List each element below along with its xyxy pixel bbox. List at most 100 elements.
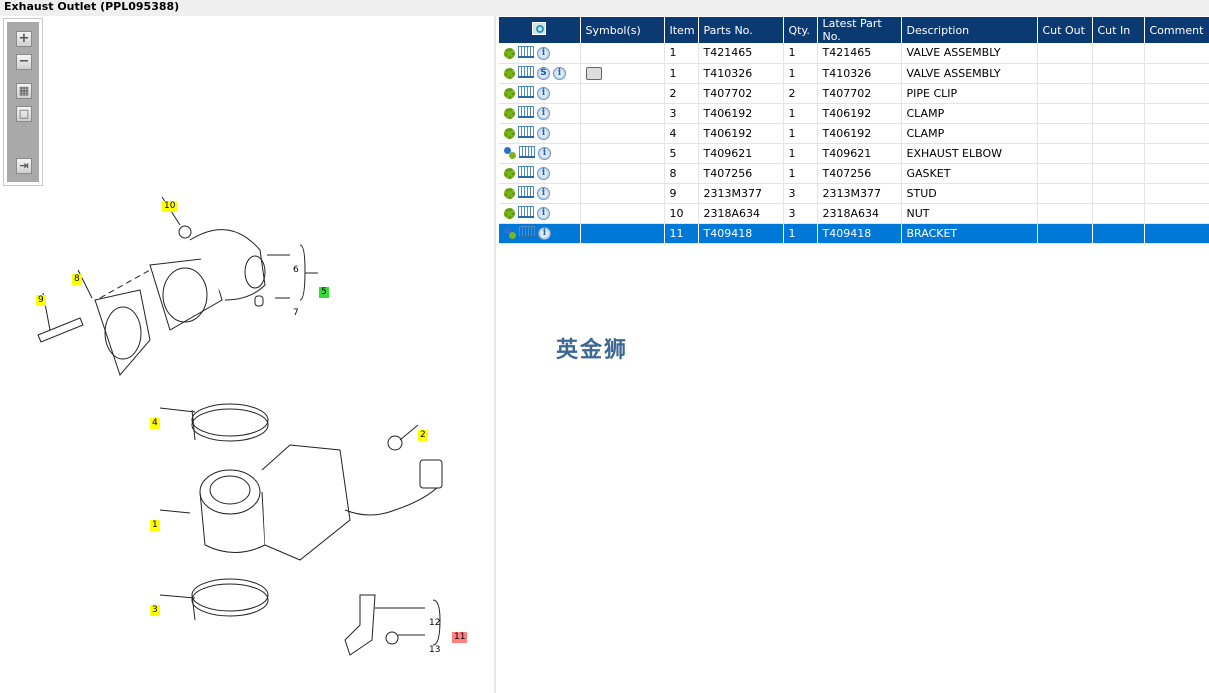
latest-part-cell: T407256 (817, 163, 902, 184)
zoom-in-button[interactable]: + (16, 31, 32, 47)
info-icon[interactable]: i (537, 46, 550, 60)
cart-icon[interactable] (518, 206, 534, 219)
symbol-cell (580, 63, 665, 84)
latest-part-cell: T409418 (817, 223, 902, 244)
diagram-panel[interactable]: 10 8 9 6 7 5 4 2 1 3 12 13 11 + − ▦ □ ⇥ (0, 16, 496, 693)
info-icon[interactable]: i (537, 166, 550, 180)
info-icon[interactable]: i (537, 86, 550, 100)
column-header[interactable]: Cut Out (1037, 17, 1093, 43)
part-number-cell: T410326 (698, 63, 784, 84)
info-icon[interactable]: i (537, 186, 550, 200)
gear-icon[interactable] (504, 67, 515, 79)
callout-2[interactable]: 2 (418, 430, 428, 441)
table-row[interactable]: i 2 T407702 2 T407702 PIPE CLIP (499, 83, 1209, 104)
gear-icon[interactable] (504, 87, 515, 99)
actual-size-button[interactable]: □ (16, 106, 32, 122)
cart-icon[interactable] (518, 106, 534, 119)
qty-cell: 1 (783, 63, 818, 84)
callout-13[interactable]: 13 (427, 645, 442, 656)
column-header-search[interactable] (499, 17, 581, 43)
symbol-cell (580, 123, 665, 144)
latest-part-cell: T409621 (817, 143, 902, 164)
row-actions: i (499, 143, 581, 164)
cut-out-cell (1037, 63, 1093, 84)
table-row[interactable]: i 8 T407256 1 T407256 GASKET (499, 163, 1209, 184)
column-header[interactable]: Item (664, 17, 699, 43)
cart-icon[interactable] (518, 166, 534, 179)
latest-part-cell: T410326 (817, 63, 902, 84)
column-header[interactable]: Qty. (783, 17, 818, 43)
callout-1[interactable]: 1 (150, 520, 160, 531)
cart-icon[interactable] (519, 226, 535, 239)
gear-icon[interactable] (504, 207, 515, 219)
table-row[interactable]: i 9 2313M377 3 2313M377 STUD (499, 183, 1209, 204)
fit-view-button[interactable]: ▦ (16, 83, 32, 99)
watermark: 英金狮 (556, 338, 629, 363)
part-number-cell: T421465 (698, 43, 784, 64)
info-icon[interactable]: i (537, 126, 550, 140)
info-icon[interactable]: i (537, 206, 550, 220)
latest-part-cell: 2318A634 (817, 203, 902, 224)
qty-cell: 1 (783, 43, 818, 64)
search-magnifier-icon[interactable] (532, 22, 547, 35)
row-actions: i (499, 83, 581, 104)
row-actions: i (499, 163, 581, 184)
column-header[interactable]: Cut In (1092, 17, 1145, 43)
export-button[interactable]: ⇥ (16, 158, 32, 174)
gear-icon[interactable] (504, 187, 515, 199)
part-number-cell: 2318A634 (698, 203, 784, 224)
symbol-cell (580, 163, 665, 184)
callout-6[interactable]: 6 (291, 265, 301, 276)
table-row[interactable]: i 4 T406192 1 T406192 CLAMP (499, 123, 1209, 144)
column-header[interactable]: Comment (1144, 17, 1209, 43)
cut-in-cell (1092, 63, 1145, 84)
callout-10[interactable]: 10 (162, 201, 178, 212)
part-number-cell: T409621 (698, 143, 784, 164)
table-row[interactable]: i 11 T409418 1 T409418 BRACKET (499, 223, 1209, 244)
gear-icon[interactable] (504, 127, 515, 139)
symbol-cell (580, 183, 665, 204)
gears-icon[interactable] (504, 227, 516, 240)
callout-9[interactable]: 9 (36, 295, 46, 306)
column-header[interactable]: Symbol(s) (580, 17, 665, 43)
cut-in-cell (1092, 83, 1145, 104)
callout-7[interactable]: 7 (291, 308, 301, 319)
callout-5[interactable]: 5 (319, 287, 329, 298)
cart-icon[interactable] (518, 186, 534, 199)
callout-11[interactable]: 11 (452, 632, 468, 643)
description-cell: PIPE CLIP (901, 83, 1038, 104)
description-cell: EXHAUST ELBOW (901, 143, 1038, 164)
cart-icon[interactable] (519, 146, 535, 159)
table-row[interactable]: i 10 2318A634 3 2318A634 NUT (499, 203, 1209, 224)
info-icon[interactable]: i (538, 146, 551, 160)
book-magnifier-icon[interactable] (585, 66, 602, 80)
callout-4[interactable]: 4 (150, 418, 160, 429)
item-cell: 8 (664, 163, 699, 184)
column-header[interactable]: Description (901, 17, 1038, 43)
callout-3[interactable]: 3 (150, 605, 160, 616)
gear-icon[interactable] (504, 107, 515, 119)
table-row[interactable]: i 3 T406192 1 T406192 CLAMP (499, 103, 1209, 124)
gears-icon[interactable] (504, 147, 516, 160)
column-header[interactable]: Parts No. (698, 17, 784, 43)
callout-12[interactable]: 12 (427, 618, 442, 629)
cart-icon[interactable] (518, 46, 534, 58)
cart-icon[interactable] (518, 66, 534, 79)
symbol-cell (580, 223, 665, 244)
info-icon[interactable]: i (553, 66, 566, 80)
table-row[interactable]: Si 1 T410326 1 T410326 VALVE ASSEMBLY (499, 63, 1209, 84)
table-row[interactable]: i 1 T421465 1 T421465 VALVE ASSEMBLY (499, 43, 1209, 64)
table-row[interactable]: i 5 T409621 1 T409621 EXHAUST ELBOW (499, 143, 1209, 164)
cut-out-cell (1037, 123, 1093, 144)
gear-icon[interactable] (504, 47, 515, 59)
column-header[interactable]: Latest Part No. (817, 17, 902, 43)
cart-icon[interactable] (518, 86, 534, 99)
item-cell: 1 (664, 63, 699, 84)
callout-8[interactable]: 8 (72, 274, 82, 285)
s-icon[interactable]: S (537, 66, 550, 80)
info-icon[interactable]: i (538, 226, 551, 240)
zoom-out-button[interactable]: − (16, 54, 32, 70)
info-icon[interactable]: i (537, 106, 550, 120)
cart-icon[interactable] (518, 126, 534, 139)
gear-icon[interactable] (504, 167, 515, 179)
